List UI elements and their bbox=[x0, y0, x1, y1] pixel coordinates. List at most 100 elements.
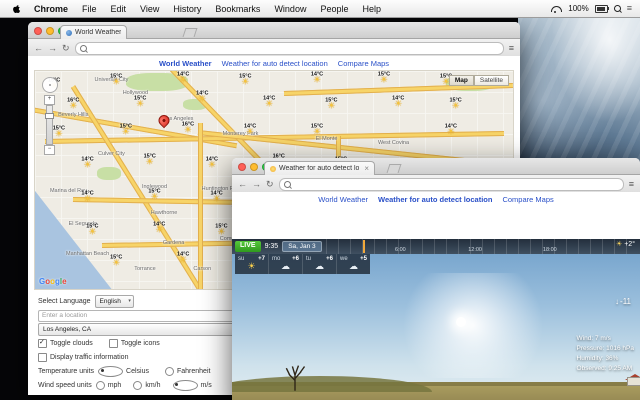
apple-menu[interactable] bbox=[6, 4, 27, 14]
search-icon bbox=[79, 44, 87, 52]
forecast-day-su[interactable]: su +7 ☀ bbox=[235, 254, 269, 274]
new-tab-button[interactable] bbox=[182, 28, 198, 37]
forecast-day-tu[interactable]: tu +6 ☁ bbox=[303, 254, 337, 274]
tab-title: World Weather bbox=[75, 29, 122, 36]
wifi-icon[interactable] bbox=[551, 5, 563, 13]
traffic-checkbox[interactable]: Display traffic information bbox=[38, 353, 128, 362]
desktop-wallpaper bbox=[518, 17, 640, 169]
timeline-cursor[interactable] bbox=[363, 240, 366, 253]
weather-marker[interactable]: 15°C☀ bbox=[86, 224, 98, 237]
weather-marker[interactable]: 14°C☀ bbox=[445, 123, 457, 136]
weather-marker[interactable]: 15°C☀ bbox=[120, 123, 132, 136]
zoom-slider[interactable] bbox=[45, 105, 54, 145]
celsius-radio[interactable]: Celsius bbox=[98, 366, 149, 377]
weather-marker[interactable]: 14°C☀ bbox=[244, 123, 256, 136]
menu-help[interactable]: Help bbox=[355, 4, 388, 14]
weather-marker[interactable]: 14°C☀ bbox=[311, 71, 323, 84]
minimize-window-button[interactable] bbox=[46, 27, 54, 35]
weather-marker[interactable]: 14°C☀ bbox=[81, 156, 93, 169]
close-window-button[interactable] bbox=[238, 163, 246, 171]
language-select[interactable]: English ▾ bbox=[94, 295, 134, 308]
chrome-menu-icon[interactable]: ≡ bbox=[629, 179, 634, 189]
forecast-day-we[interactable]: we +5 ☁ bbox=[337, 254, 370, 274]
weather-marker[interactable]: 14°C☀ bbox=[392, 95, 404, 108]
forward-icon[interactable]: → bbox=[48, 43, 57, 53]
wind-speed-units-label: Wind speed units bbox=[38, 382, 92, 389]
back-icon[interactable]: ← bbox=[34, 43, 43, 53]
menu-people[interactable]: People bbox=[313, 4, 355, 14]
toggle-clouds-checkbox[interactable]: Toggle clouds bbox=[38, 338, 93, 348]
notification-center-icon[interactable]: ≡ bbox=[627, 4, 632, 13]
weather-marker[interactable]: 14°C☀ bbox=[263, 95, 275, 108]
weather-marker[interactable]: 16°C☀ bbox=[67, 97, 79, 110]
nav-link-weather-for-auto-detect-location[interactable]: Weather for auto detect location bbox=[222, 59, 328, 68]
window-titlebar[interactable]: Weather for auto detect lo × bbox=[232, 158, 640, 175]
zoom-out-button[interactable]: − bbox=[44, 145, 55, 155]
nav-link-world-weather[interactable]: World Weather bbox=[318, 195, 368, 204]
weather-marker[interactable]: 15°C☀ bbox=[110, 73, 122, 86]
wind-option-ms[interactable]: m/s bbox=[172, 380, 212, 391]
fahrenheit-radio[interactable]: Fahrenheit bbox=[164, 367, 210, 376]
menu-history[interactable]: History bbox=[166, 4, 208, 14]
tab-close-icon[interactable]: × bbox=[364, 164, 369, 173]
weather-marker[interactable]: 15°C☀ bbox=[144, 154, 156, 167]
satellite-button[interactable]: Satellite bbox=[473, 75, 509, 86]
reload-icon[interactable]: ↻ bbox=[62, 43, 70, 53]
window-titlebar[interactable]: World Weather bbox=[28, 22, 520, 39]
timeline[interactable]: ☀ +2° 6:00 12:00 18:00 bbox=[325, 239, 637, 254]
new-tab-button[interactable] bbox=[386, 164, 402, 173]
nav-link-compare-maps[interactable]: Compare Maps bbox=[338, 59, 389, 68]
weather-marker[interactable]: 14°C☀ bbox=[81, 191, 93, 204]
temperature-units-label: Temperature units bbox=[38, 368, 95, 375]
menu-bookmarks[interactable]: Bookmarks bbox=[208, 4, 267, 14]
back-icon[interactable]: ← bbox=[238, 179, 247, 189]
address-bar[interactable] bbox=[74, 41, 504, 55]
tree bbox=[285, 365, 306, 391]
weather-marker[interactable]: 15°C☀ bbox=[325, 97, 337, 110]
weather-marker[interactable]: 14°C☀ bbox=[210, 191, 222, 204]
zoom-in-button[interactable]: + bbox=[44, 95, 55, 105]
weather-marker[interactable]: 14°C☀ bbox=[177, 71, 189, 84]
menu-edit[interactable]: Edit bbox=[104, 4, 134, 14]
map-button[interactable]: Map bbox=[448, 75, 474, 86]
weather-marker[interactable]: 15°C☀ bbox=[449, 97, 461, 110]
wind-option-mph[interactable]: mph bbox=[95, 381, 121, 390]
tab-weather-auto-detect[interactable]: Weather for auto detect lo × bbox=[264, 161, 376, 175]
weather-marker[interactable]: 14°C☀ bbox=[196, 91, 208, 104]
weather-marker[interactable]: 15°C☀ bbox=[311, 123, 323, 136]
weather-marker[interactable]: 15°C☀ bbox=[239, 73, 251, 86]
forecast-day-mo[interactable]: mo +6 ☁ bbox=[269, 254, 303, 274]
weather-marker[interactable]: 15°C☀ bbox=[134, 95, 146, 108]
minimize-window-button[interactable] bbox=[250, 163, 258, 171]
close-window-button[interactable] bbox=[34, 27, 42, 35]
zoom-slider-handle[interactable] bbox=[45, 113, 54, 119]
reload-icon[interactable]: ↻ bbox=[266, 179, 274, 189]
live-button[interactable]: LIVE bbox=[235, 241, 261, 252]
checkbox-icon bbox=[38, 353, 47, 362]
weather-marker[interactable]: 15°C☀ bbox=[378, 71, 390, 84]
menu-chrome[interactable]: Chrome bbox=[27, 4, 75, 14]
toggle-icons-checkbox[interactable]: Toggle icons bbox=[108, 339, 160, 348]
weather-marker[interactable]: 15°C☀ bbox=[148, 189, 160, 202]
weather-marker[interactable]: 15°C☀ bbox=[215, 224, 227, 237]
map-pan-control[interactable] bbox=[42, 77, 58, 93]
tab-world-weather[interactable]: World Weather bbox=[60, 25, 128, 39]
nav-link-world-weather[interactable]: World Weather bbox=[159, 59, 212, 68]
weather-marker[interactable]: 14°C☀ bbox=[206, 156, 218, 169]
weather-marker[interactable]: 14°C☀ bbox=[177, 252, 189, 265]
nav-link-weather-for-auto-detect-location[interactable]: Weather for auto detect location bbox=[378, 195, 492, 204]
spotlight-icon[interactable] bbox=[613, 5, 621, 12]
menu-view[interactable]: View bbox=[133, 4, 166, 14]
wind-option-kmh[interactable]: km/h bbox=[133, 381, 161, 390]
address-bar[interactable] bbox=[278, 177, 624, 191]
menu-file[interactable]: File bbox=[75, 4, 104, 14]
forward-icon[interactable]: → bbox=[252, 179, 261, 189]
wind-option-label: m/s bbox=[200, 382, 212, 389]
weather-marker[interactable]: 14°C☀ bbox=[153, 221, 165, 234]
date-tab[interactable]: Sa, Jan 3 bbox=[282, 241, 322, 252]
weather-marker[interactable]: 15°C☀ bbox=[110, 254, 122, 267]
weather-marker[interactable]: 16°C☀ bbox=[182, 121, 194, 134]
nav-link-compare-maps[interactable]: Compare Maps bbox=[502, 195, 553, 204]
menu-window[interactable]: Window bbox=[267, 4, 313, 14]
chrome-menu-icon[interactable]: ≡ bbox=[509, 43, 514, 53]
